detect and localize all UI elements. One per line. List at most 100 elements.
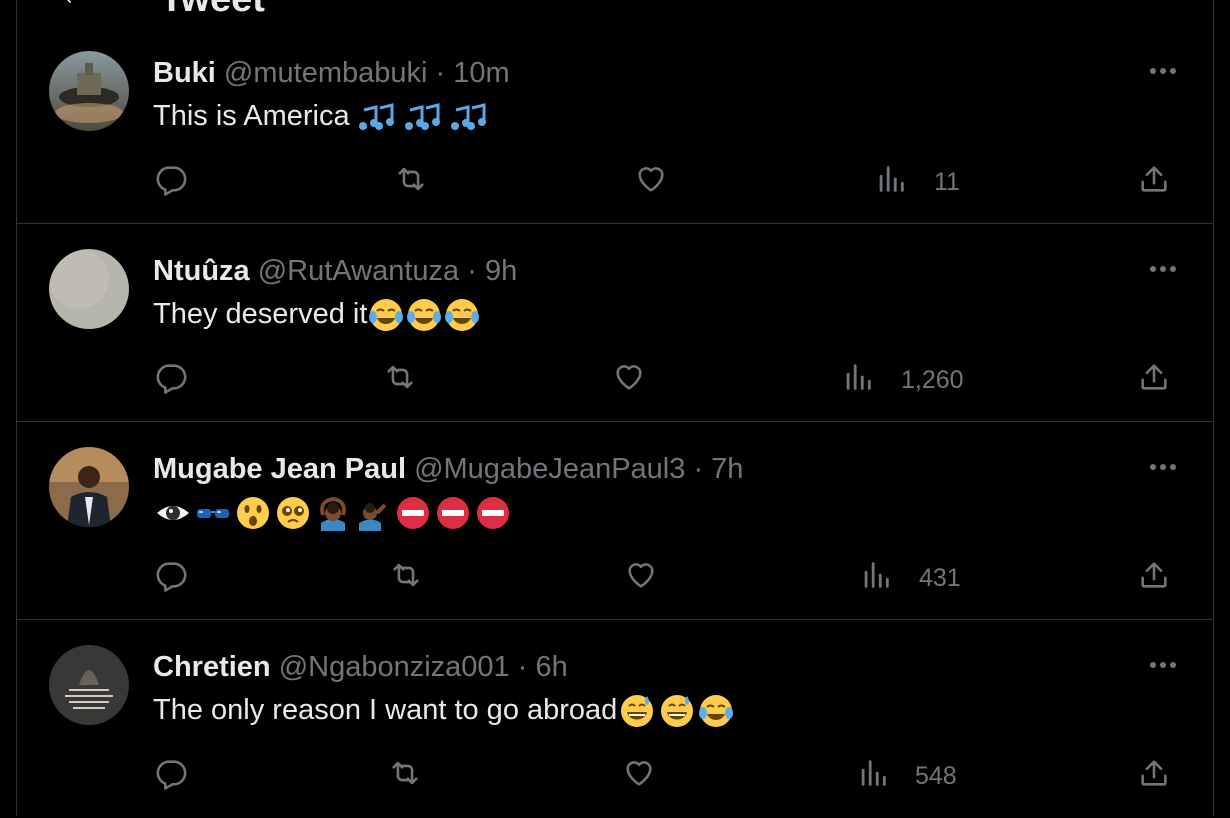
views-chart-icon: [864, 562, 889, 588]
views-count: 431: [919, 564, 961, 592]
heart-icon: [626, 761, 652, 786]
tears-of-joy-icon: [699, 695, 734, 728]
reply-icon: [156, 562, 187, 592]
tweet-text: This is America: [153, 98, 488, 134]
retweet-button[interactable]: [383, 360, 417, 394]
reply-button[interactable]: [154, 558, 188, 592]
share-button[interactable]: [1137, 756, 1171, 790]
reply-icon: [156, 760, 187, 790]
like-button[interactable]: [624, 558, 658, 592]
views-count: 1,260: [901, 366, 964, 394]
page-title: Tweet: [160, 0, 265, 21]
grinning-sweat-icon: [661, 695, 694, 728]
views-button[interactable]: [859, 558, 893, 592]
views-chart-icon: [879, 166, 904, 192]
retweet-icon: [392, 761, 418, 785]
views-button[interactable]: [856, 756, 890, 790]
music-notes-icon: [358, 103, 394, 131]
user-handle[interactable]: @mutembabuki: [224, 57, 428, 89]
share-icon: [1141, 760, 1167, 786]
display-name[interactable]: Chretien: [153, 651, 271, 683]
no-entry-icon: [437, 497, 469, 530]
grinning-sweat-icon: [621, 695, 654, 728]
tweet-text-content: The only reason I want to go abroad: [153, 694, 618, 726]
avatar[interactable]: [49, 447, 129, 527]
like-button[interactable]: [634, 162, 668, 196]
timestamp[interactable]: 6h: [535, 651, 567, 683]
no-entry-icon: [397, 497, 429, 530]
views-chart-icon: [846, 364, 871, 390]
tweet-header: Buki @mutembabuki · 10m: [153, 56, 510, 90]
like-button[interactable]: [622, 756, 656, 790]
share-icon: [1141, 562, 1167, 588]
share-icon: [1141, 364, 1167, 390]
share-button[interactable]: [1137, 558, 1171, 592]
separator-dot: ·: [467, 255, 477, 287]
astonished-face-icon: [237, 497, 269, 530]
heart-icon: [628, 563, 654, 588]
views-button[interactable]: [874, 162, 908, 196]
pleading-face-icon: [277, 497, 309, 530]
tweet-item[interactable]: Ntuûza @RutAwantuza · 9h They deserved i…: [16, 224, 1214, 422]
tweet-text: They deserved it: [153, 296, 481, 333]
tweet-text: The only reason I want to go abroad: [153, 692, 735, 729]
more-options-icon[interactable]: [1148, 259, 1178, 279]
more-options-icon[interactable]: [1148, 61, 1178, 81]
user-handle[interactable]: @MugabeJeanPaul3: [414, 453, 685, 485]
display-name[interactable]: Mugabe Jean Paul: [153, 453, 406, 485]
tweet-text-content: They deserved it: [153, 298, 368, 330]
like-button[interactable]: [612, 360, 646, 394]
reply-button[interactable]: [154, 162, 188, 196]
tweet-text: [153, 494, 513, 532]
views-count: 548: [915, 762, 957, 790]
display-name[interactable]: Buki: [153, 57, 216, 89]
reply-icon: [156, 166, 187, 196]
no-entry-icon: [477, 497, 509, 530]
retweet-button[interactable]: [388, 756, 422, 790]
separator-dot: ·: [517, 651, 528, 683]
user-handle[interactable]: @Ngabonziza001: [279, 651, 510, 683]
avatar[interactable]: [49, 51, 129, 131]
reply-button[interactable]: [154, 360, 188, 394]
timestamp[interactable]: 10m: [453, 57, 509, 89]
tweet-header: Mugabe Jean Paul @MugabeJeanPaul3 · 7h: [153, 452, 743, 486]
retweet-button[interactable]: [389, 558, 423, 592]
avatar[interactable]: [49, 249, 129, 329]
sunglasses-icon: [197, 509, 229, 519]
eye-icon: [157, 506, 189, 521]
reply-icon: [156, 364, 187, 394]
timestamp[interactable]: 9h: [485, 255, 517, 287]
user-handle[interactable]: @RutAwantuza: [258, 255, 459, 287]
tweet-item[interactable]: Buki @mutembabuki · 10m This is America …: [16, 26, 1214, 224]
tweet-item[interactable]: Chretien @Ngabonziza001 · 6h The only re…: [16, 620, 1214, 818]
person-facepalming-icon: [359, 503, 387, 532]
share-icon: [1141, 166, 1167, 192]
separator-dot: ·: [435, 57, 446, 89]
avatar[interactable]: [49, 645, 129, 725]
timestamp[interactable]: 7h: [711, 453, 743, 485]
more-options-icon[interactable]: [1148, 457, 1178, 477]
separator-dot: ·: [693, 453, 704, 485]
tweet-header: Ntuûza @RutAwantuza · 9h: [153, 254, 517, 288]
retweet-icon: [398, 167, 424, 191]
retweet-icon: [387, 365, 413, 389]
share-button[interactable]: [1137, 360, 1171, 394]
reply-button[interactable]: [154, 756, 188, 790]
views-count: 11: [934, 168, 960, 196]
tweet-item[interactable]: Mugabe Jean Paul @MugabeJeanPaul3 · 7h 4…: [16, 422, 1214, 620]
views-chart-icon: [861, 760, 886, 786]
back-arrow-icon[interactable]: [60, 0, 80, 6]
more-options-icon[interactable]: [1148, 655, 1178, 675]
music-notes-icon: [404, 103, 440, 131]
tweet-text-content: This is America: [153, 100, 350, 132]
tears-of-joy-icon: [445, 299, 480, 332]
display-name[interactable]: Ntuûza: [153, 255, 250, 287]
retweet-icon: [393, 563, 419, 587]
tweet-header: Chretien @Ngabonziza001 · 6h: [153, 650, 568, 684]
share-button[interactable]: [1137, 162, 1171, 196]
tears-of-joy-icon: [407, 299, 442, 332]
person-gesturing-ok-icon: [320, 497, 346, 532]
heart-icon: [616, 365, 642, 390]
views-button[interactable]: [841, 360, 875, 394]
retweet-button[interactable]: [394, 162, 428, 196]
